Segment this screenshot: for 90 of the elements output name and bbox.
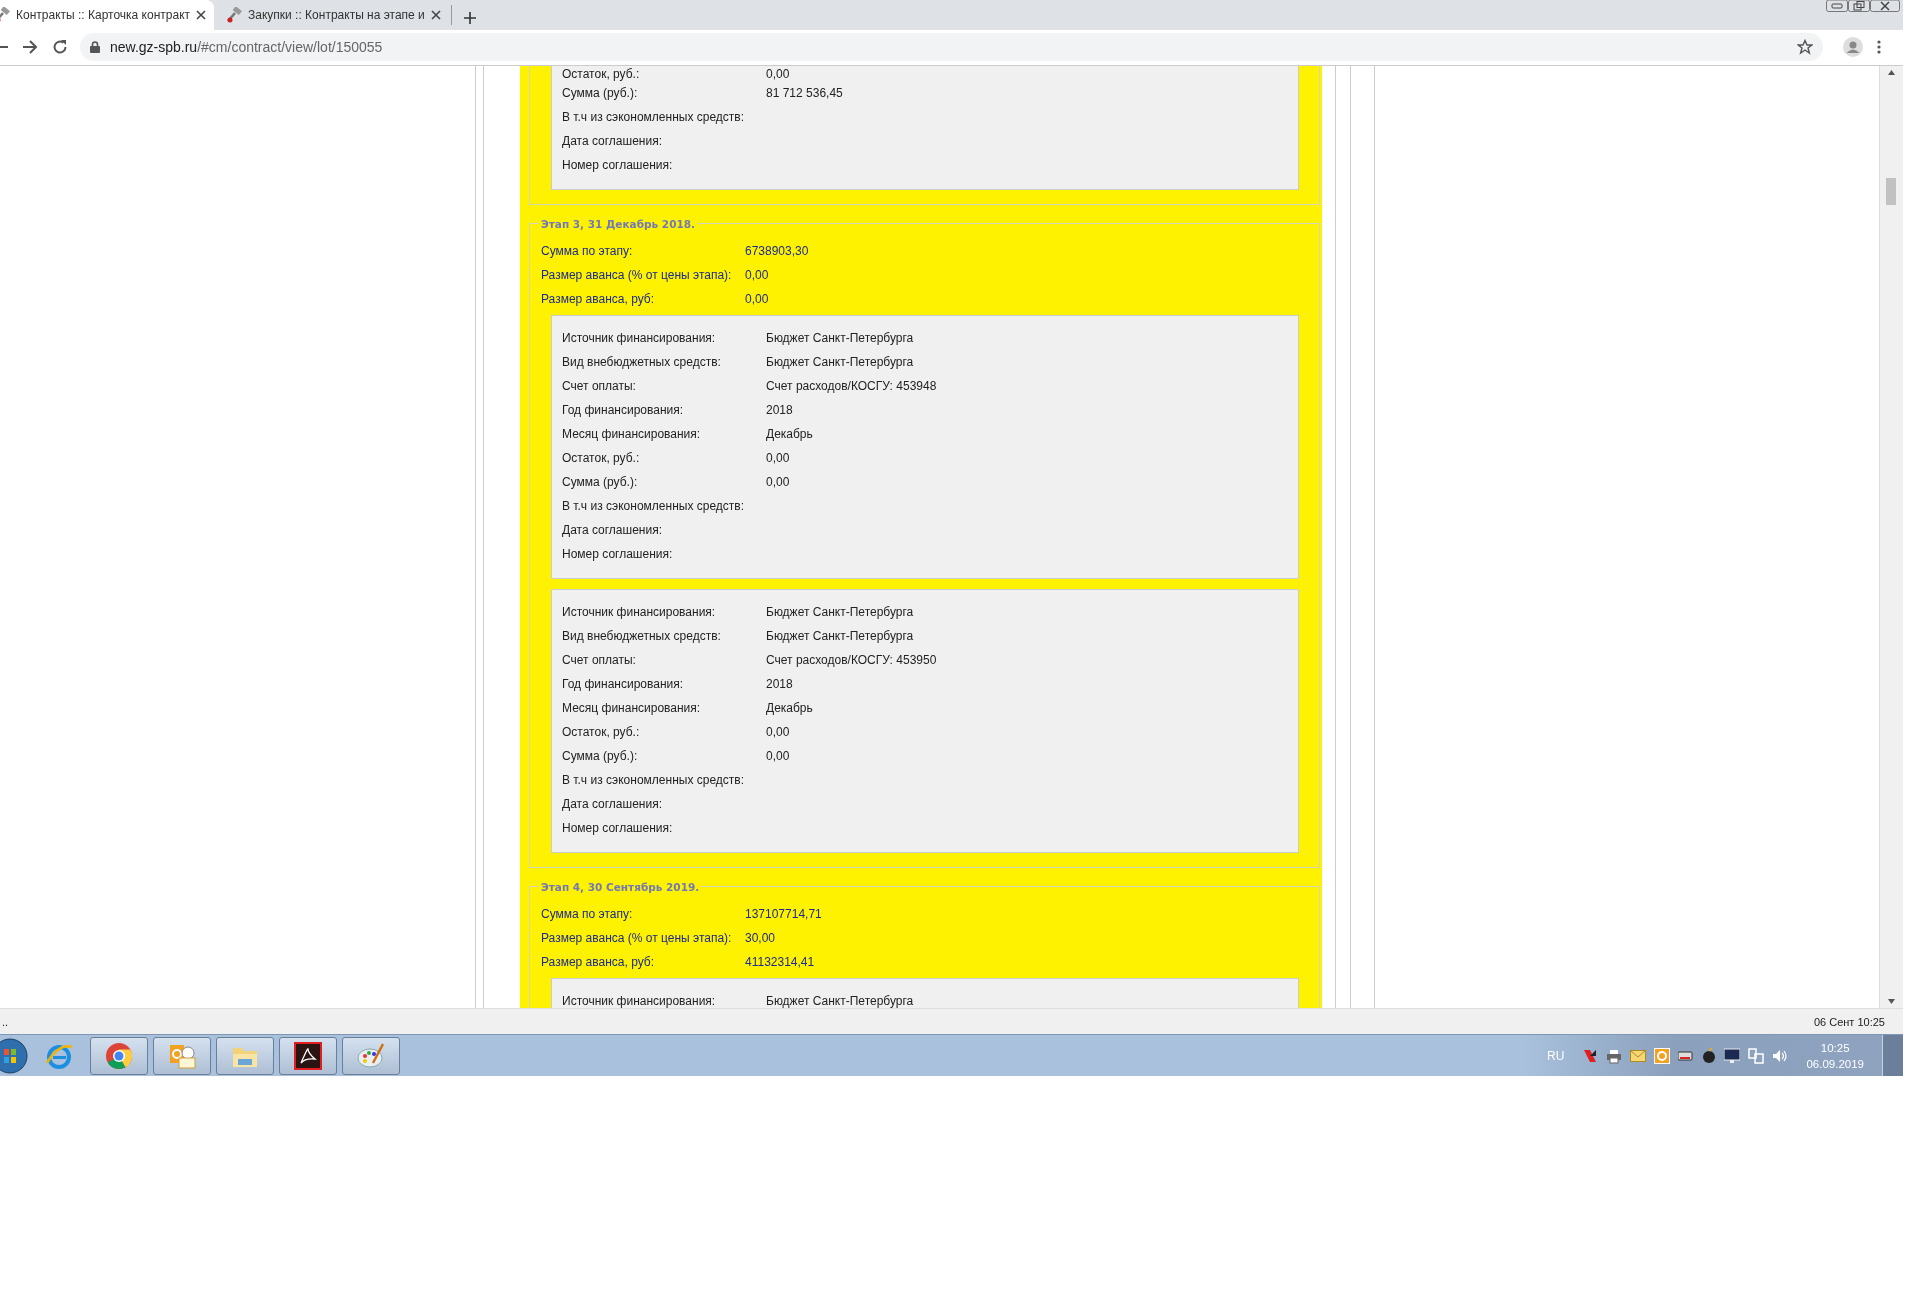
pdf-icon bbox=[293, 1040, 323, 1071]
field-label: Источник финансирования: bbox=[562, 993, 717, 1008]
field-label: Год финансирования: bbox=[562, 402, 685, 417]
field-value: Декабрь bbox=[766, 700, 813, 715]
restore-icon[interactable] bbox=[1848, 0, 1870, 12]
field-value: 2018 bbox=[766, 676, 793, 691]
scroll-up-icon[interactable] bbox=[1888, 69, 1895, 75]
outlook-tray-icon[interactable] bbox=[1654, 1047, 1671, 1064]
field-value: Бюджет Санкт-Петербурга bbox=[766, 330, 914, 345]
field-label: Остаток, руб.: bbox=[562, 450, 641, 465]
url-text: new.gz-spb.ru/#cm/contract/view/lot/150055 bbox=[110, 39, 383, 56]
chrome-icon bbox=[104, 1040, 134, 1071]
field-label: Дата соглашения: bbox=[562, 133, 663, 148]
field-label: Сумма (руб.): bbox=[562, 85, 639, 100]
field-value: 0,00 bbox=[766, 66, 790, 81]
field-label: Источник финансирования: bbox=[562, 330, 717, 345]
reload-icon[interactable] bbox=[52, 39, 68, 56]
field-label: Сумма (руб.): bbox=[562, 474, 639, 489]
avatar-icon[interactable] bbox=[1843, 37, 1863, 58]
field-label: Месяц финансирования: bbox=[562, 426, 702, 441]
field-label: Вид внебюджетных средств: bbox=[562, 628, 722, 643]
field-label: Месяц финансирования: bbox=[562, 700, 702, 715]
field-label: Год финансирования: bbox=[562, 676, 685, 691]
field-value: Бюджет Санкт-Петербурга bbox=[766, 993, 914, 1008]
field-label: Номер соглашения: bbox=[562, 546, 674, 561]
field-value: 81 712 536,45 bbox=[766, 85, 843, 100]
field-value: 0,00 bbox=[766, 474, 790, 489]
scrollbar[interactable] bbox=[1879, 65, 1903, 1009]
hammer-icon bbox=[226, 7, 242, 23]
menu-icon[interactable] bbox=[1877, 40, 1881, 55]
field-label: Счет оплаты: bbox=[562, 378, 637, 393]
lock-icon bbox=[90, 41, 100, 54]
field-value: 0,00 bbox=[766, 450, 790, 465]
field-label: Размер аванса (% от цены этапа): bbox=[541, 267, 733, 282]
browser-tab[interactable]: Закупки :: Контракты на этапе и bbox=[214, 5, 452, 25]
field-label: Сумма по этапу: bbox=[541, 906, 634, 921]
field-label: Счет оплаты: bbox=[562, 652, 637, 667]
field-value: 6738903,30 bbox=[745, 243, 809, 258]
field-value: 0,00 bbox=[745, 291, 769, 306]
field-label: Размер аванса, руб: bbox=[541, 954, 655, 969]
monitor-icon[interactable] bbox=[1724, 1047, 1741, 1064]
scrollbar-thumb[interactable] bbox=[1886, 177, 1896, 205]
field-label: Остаток, руб.: bbox=[562, 66, 641, 81]
printer-icon[interactable] bbox=[1606, 1047, 1623, 1064]
field-value: Бюджет Санкт-Петербурга bbox=[766, 628, 914, 643]
field-label: Вид внебюджетных средств: bbox=[562, 354, 722, 369]
close-icon[interactable] bbox=[430, 10, 441, 20]
field-value: 0,00 bbox=[766, 724, 790, 739]
field-label: Сумма (руб.): bbox=[562, 748, 639, 763]
taskbar-button[interactable] bbox=[279, 1036, 337, 1075]
close-icon[interactable] bbox=[1870, 0, 1900, 12]
field-label: Дата соглашения: bbox=[562, 522, 663, 537]
field-value: Счет расходов/КОСГУ: 453948 bbox=[766, 378, 937, 393]
field-value: Бюджет Санкт-Петербурга bbox=[766, 604, 914, 619]
status-text: .. bbox=[2, 1015, 9, 1028]
close-icon[interactable] bbox=[196, 10, 206, 20]
status-datetime: 06 Сент 10:25 bbox=[1813, 1015, 1885, 1028]
start-icon[interactable] bbox=[0, 1037, 28, 1074]
forward-icon[interactable] bbox=[22, 39, 38, 56]
field-value: 0,00 bbox=[766, 748, 790, 763]
field-label: Источник финансирования: bbox=[562, 604, 717, 619]
stage-title: Этап 3, 31 Декабрь 2018. bbox=[540, 216, 697, 231]
scroll-down-icon[interactable] bbox=[1888, 999, 1895, 1005]
bomb-icon[interactable] bbox=[1702, 1047, 1717, 1064]
stage-title: Этап 4, 30 Сентябрь 2019. bbox=[540, 879, 701, 894]
field-label: В т.ч из сэкономленных средств: bbox=[562, 498, 745, 513]
star-icon[interactable] bbox=[1797, 39, 1813, 56]
field-label: Дата соглашения: bbox=[562, 796, 663, 811]
field-value: 0,00 bbox=[745, 267, 769, 282]
field-value: 41132314,41 bbox=[745, 954, 815, 969]
field-label: Номер соглашения: bbox=[562, 820, 674, 835]
field-value: Счет расходов/КОСГУ: 453950 bbox=[766, 652, 937, 667]
field-value: Декабрь bbox=[766, 426, 813, 441]
field-label: Номер соглашения: bbox=[562, 157, 674, 172]
minimize-icon[interactable] bbox=[1826, 0, 1848, 12]
address-bar[interactable]: new.gz-spb.ru/#cm/contract/view/lot/150055 bbox=[80, 33, 1823, 62]
new-tab-icon[interactable] bbox=[463, 12, 476, 24]
usb-drive-icon[interactable] bbox=[1678, 1049, 1695, 1062]
field-label: В т.ч из сэкономленных средств: bbox=[562, 772, 745, 787]
browser-tab[interactable]: Контракты :: Карточка контракт bbox=[0, 0, 214, 30]
field-label: Сумма по этапу: bbox=[541, 243, 634, 258]
field-label: Размер аванса (% от цены этапа): bbox=[541, 930, 733, 945]
show-desktop-button[interactable] bbox=[1882, 1035, 1903, 1076]
field-label: Размер аванса, руб: bbox=[541, 291, 655, 306]
field-value: Бюджет Санкт-Петербурга bbox=[766, 354, 914, 369]
field-value: 2018 bbox=[766, 402, 793, 417]
field-value: 137107714,71 bbox=[745, 906, 822, 921]
field-value: 30,00 bbox=[745, 930, 776, 945]
field-label: Остаток, руб.: bbox=[562, 724, 641, 739]
field-label: В т.ч из сэкономленных средств: bbox=[562, 109, 745, 124]
